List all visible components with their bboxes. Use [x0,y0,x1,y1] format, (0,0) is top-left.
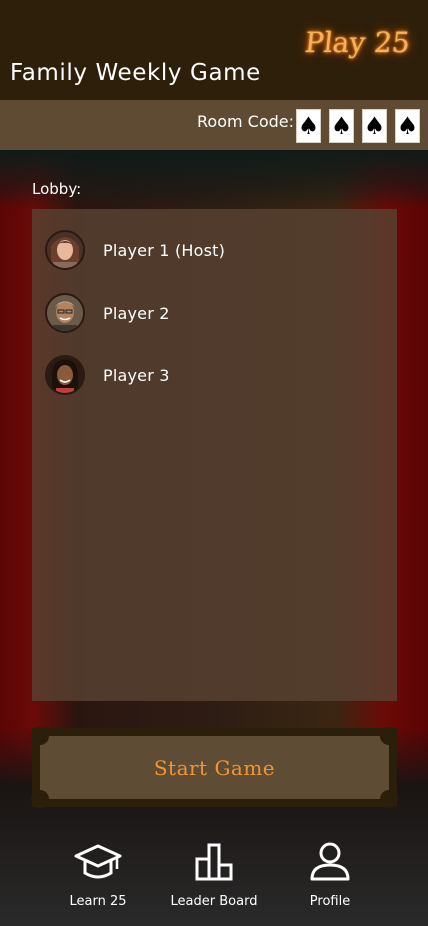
player-name: Player 2 [103,303,170,323]
player-name: Player 1 (Host) [103,240,226,260]
room-code-card-3: ♠ [362,109,387,143]
nav-label-learn: Learn 25 [69,894,127,909]
nav-leader-board[interactable]: Leader Board [159,826,269,926]
player-avatar [45,230,85,270]
room-code-card-2: ♠ [329,109,354,143]
brand-logo: Play 25 [303,26,412,59]
lobby-panel: Player 1 (Host) Player 2 Player 3 [32,209,397,701]
player-row: Player 2 [45,293,170,333]
leaderboard-icon [189,840,239,884]
button-corner-ornament [380,727,398,745]
room-code-card-1: ♠ [296,109,321,143]
profile-icon [305,840,355,884]
graduation-cap-icon [73,840,123,884]
bottom-nav: Learn 25 Leader Board Profile [0,826,428,926]
player-name: Player 3 [103,365,170,385]
player-row: Player 3 [45,355,170,395]
start-game-button[interactable]: Start Game [40,736,389,799]
nav-label-leaderboard: Leader Board [170,894,258,909]
nav-profile[interactable]: Profile [275,826,385,926]
room-code-cards: ♠ ♠ ♠ ♠ [296,109,420,143]
room-code-label: Room Code: [197,112,294,131]
lobby-label: Lobby: [32,180,82,198]
start-game-frame: Start Game [31,727,398,808]
button-corner-ornament [380,790,398,808]
room-code-card-4: ♠ [395,109,420,143]
player-row: Player 1 (Host) [45,230,225,270]
nav-label-profile: Profile [309,894,351,909]
player-avatar [45,293,85,333]
nav-learn-25[interactable]: Learn 25 [43,826,153,926]
player-avatar [45,355,85,395]
button-corner-ornament [31,727,49,745]
button-corner-ornament [31,790,49,808]
page-title: Family Weekly Game [10,60,261,86]
